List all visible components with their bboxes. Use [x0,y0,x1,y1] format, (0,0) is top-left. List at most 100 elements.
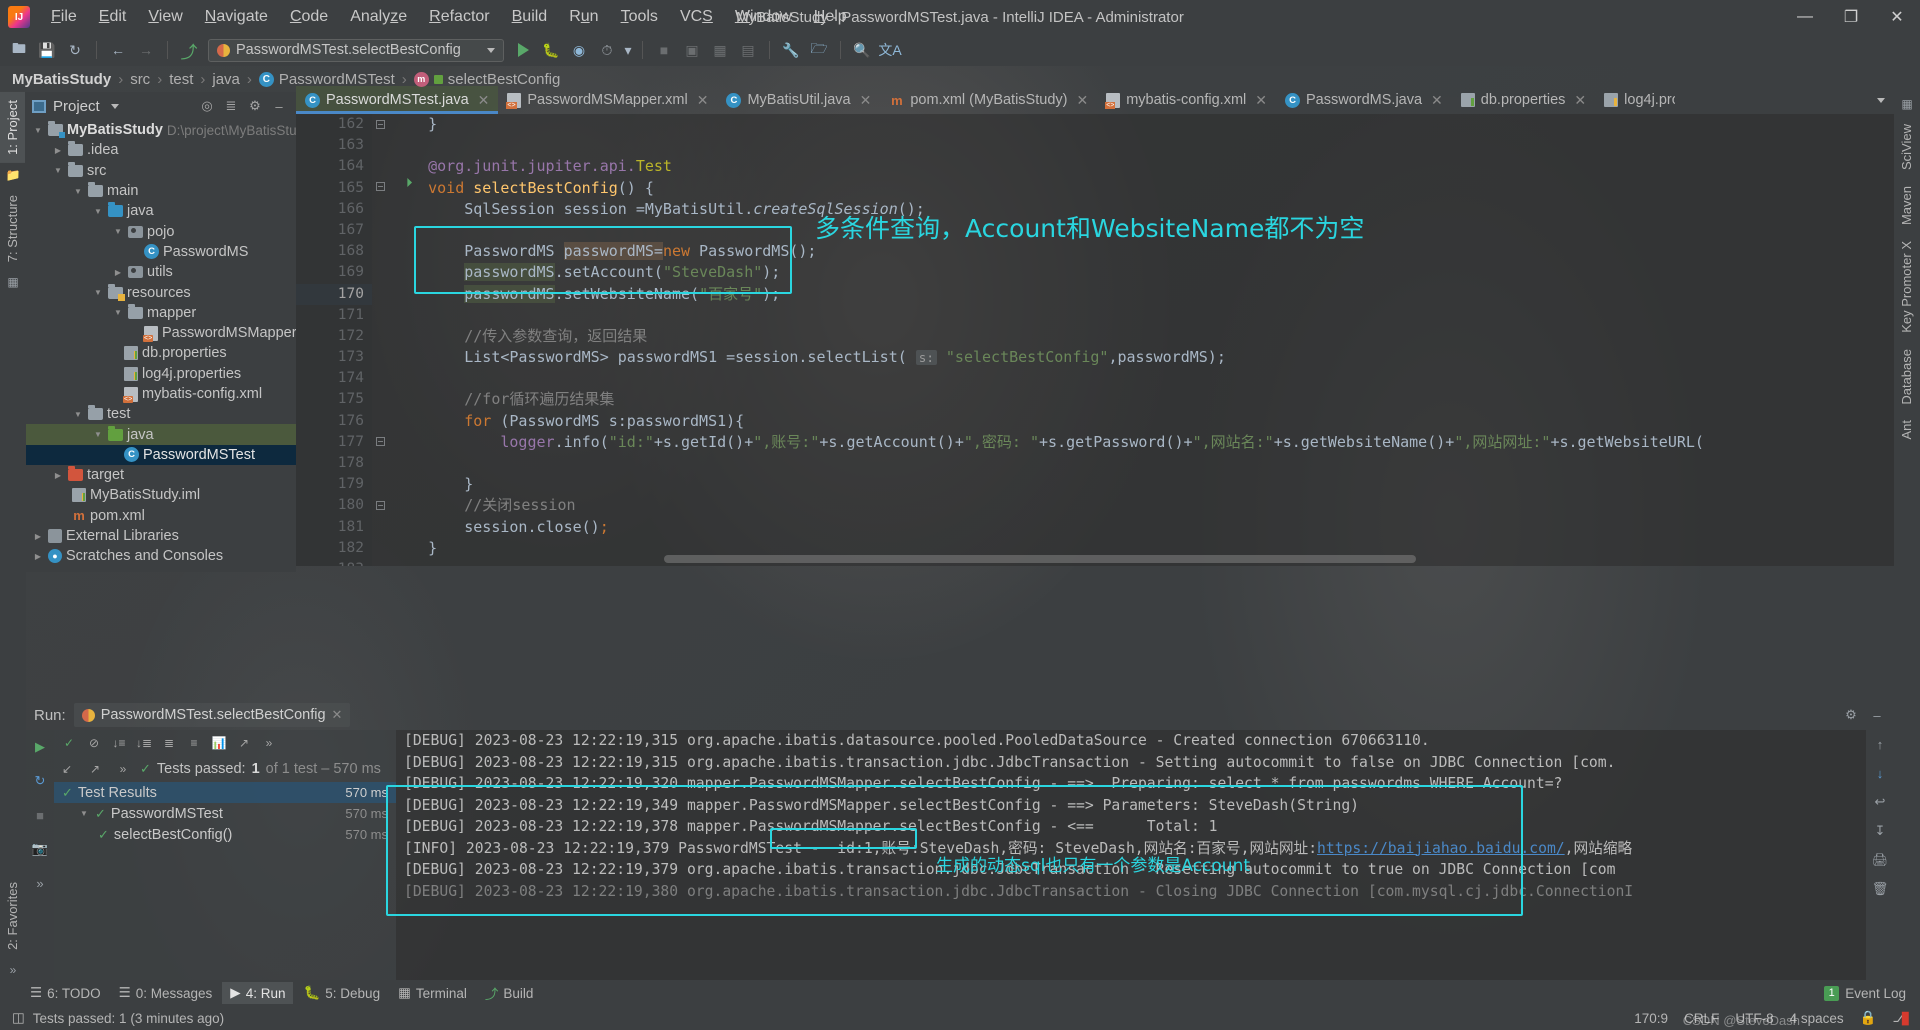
tree-item-resources[interactable]: ▼ resources [26,282,296,302]
close-icon[interactable]: ✕ [860,92,872,109]
more-icon[interactable]: » [112,759,134,779]
chevron-down-icon[interactable]: ▼ [92,430,104,439]
sidebar-tab-maven[interactable]: Maven [1894,178,1919,233]
code-editor[interactable]: 162 163 164 165 166 167 168 169 170 171 … [296,114,1894,566]
hide-icon[interactable]: – [1866,704,1888,726]
tree-item-passwordmstest[interactable]: C PasswordMSTest [26,444,296,466]
back-icon[interactable]: ← [105,38,131,62]
sort-duration-icon[interactable]: ↓≣ [133,733,155,753]
test-tree-row-class[interactable]: ▼ ✓ PasswordMSTest 570 ms [54,803,396,824]
translate-icon[interactable]: 文A [877,38,903,62]
sidebar-tab-sciview[interactable]: SciView [1894,116,1919,178]
close-icon[interactable]: ✕ [332,707,343,723]
fold-marker-icon[interactable] [376,182,385,191]
event-log-area[interactable]: 1 Event Log [1824,985,1920,1001]
sidebar-tab-structure[interactable]: 7: Structure [0,187,25,270]
editor-gutter[interactable]: 162 163 164 165 166 167 168 169 170 171 … [296,114,372,566]
menu-help[interactable]: Help [803,4,858,30]
sidebar-tab-ant[interactable]: Ant [1894,412,1919,448]
expand-up-icon[interactable]: ↗ [84,759,106,779]
clear-all-icon[interactable]: 🗑 [1869,879,1891,899]
close-button[interactable]: ✕ [1874,0,1920,34]
menu-analyze[interactable]: Analyze [339,4,418,30]
fold-marker-icon[interactable] [376,120,385,129]
breadcrumb-class[interactable]: PasswordMSTest [279,71,395,88]
tree-item-utils[interactable]: ▶ utils [26,262,296,282]
run-coverage-icon[interactable]: ◉ [566,38,592,62]
gear-icon[interactable]: ⚙ [244,95,266,117]
chevron-down-icon[interactable] [110,103,119,109]
camera-icon[interactable]: 📷 [29,838,51,860]
show-passed-icon[interactable]: ✓ [58,733,80,753]
chevron-down-icon[interactable]: ▼ [112,227,124,236]
menu-build[interactable]: Build [501,4,559,30]
tree-item-main[interactable]: ▼ main [26,181,296,201]
wrench-icon[interactable]: 🔧 [778,38,804,62]
close-icon[interactable]: ✕ [1431,92,1443,109]
menu-run[interactable]: Run [558,4,609,30]
tree-item-mybatis-config-xml[interactable]: mybatis-config.xml [26,384,296,404]
export-icon[interactable]: ↗ [233,733,255,753]
layout-right-icon[interactable]: ▦ [1894,92,1920,116]
toolwindow-debug[interactable]: 🐛 5: Debug [295,982,388,1004]
rerun-icon[interactable]: ↻ [29,770,51,792]
toolwindow-messages[interactable]: ☰ 0: Messages [111,982,221,1004]
tree-item-iml[interactable]: MyBatisStudy.iml [26,485,296,505]
close-icon[interactable]: ✕ [478,92,490,109]
breadcrumb-src[interactable]: src [130,71,150,88]
sort-alpha-icon[interactable]: ↓≡ [108,733,130,753]
chevron-down-icon[interactable]: ▼ [92,207,104,216]
module-strip-icon[interactable]: ▦ [0,270,26,294]
sidebar-tab-keypromoter[interactable]: Key Promoter X [1894,233,1919,341]
toolwindow-terminal[interactable]: ▦ Terminal [390,982,475,1004]
tree-item-db-properties[interactable]: db.properties [26,343,296,363]
save-all-icon[interactable]: 💾 [34,38,60,62]
minimize-button[interactable]: — [1782,0,1828,34]
debug-icon[interactable]: 🐛 [538,38,564,62]
breadcrumb-test[interactable]: test [169,71,193,88]
tree-item-passwordmsmapper-xml[interactable]: PasswordMSMapper.xml [26,323,296,343]
tree-item-src[interactable]: ▼ src [26,161,296,181]
tree-item-test[interactable]: ▼ test [26,404,296,424]
close-icon[interactable]: ✕ [1076,92,1088,109]
chevron-down-icon[interactable]: ▼ [112,308,124,317]
profiler-dropdown-icon[interactable]: ▾ [622,38,634,62]
chevron-right-icon[interactable]: ▶ [52,471,64,480]
chevron-down-icon[interactable]: ▼ [78,809,90,818]
toolwindow-build[interactable]: ⤴ Build [477,980,542,1006]
console-link[interactable]: https://baijiahao.baidu.com/ [1317,840,1565,857]
expand-strip-icon[interactable]: » [0,958,26,982]
search-everywhere-icon[interactable]: 🔍 [849,38,875,62]
chevron-down-icon[interactable]: ▼ [52,166,64,175]
lock-icon[interactable]: 🔒 [1860,1010,1877,1026]
menu-code[interactable]: Code [279,4,339,30]
stop-icon[interactable]: ■ [29,804,51,826]
menu-vcs[interactable]: VCS [669,4,724,30]
folder-strip-icon[interactable]: 📁 [0,163,26,187]
caret-position[interactable]: 170:9 [1634,1011,1668,1026]
expand-all-icon[interactable]: ≣ [158,733,180,753]
collapse-all-icon[interactable]: ≣ [220,95,242,117]
tree-item-idea[interactable]: ▶ .idea [26,140,296,160]
breadcrumb-method[interactable]: selectBestConfig [448,71,561,88]
scroll-to-end-icon[interactable]: ↧ [1869,821,1891,841]
toolwindow-run[interactable]: ▶ 4: Run [222,982,294,1004]
test-tree-row-method[interactable]: ✓ selectBestConfig() 570 ms [54,824,396,845]
editor-horizontal-scrollbar[interactable] [664,555,1416,563]
breadcrumb-project[interactable]: MyBatisStudy [12,71,111,88]
scroll-from-source-icon[interactable]: ◎ [196,95,218,117]
menu-refactor[interactable]: Refactor [418,4,500,30]
menu-edit[interactable]: Edit [88,4,138,30]
test-history-icon[interactable]: 📊 [208,733,230,753]
menu-view[interactable]: View [137,4,193,30]
maximize-button[interactable]: ❐ [1828,0,1874,34]
tree-item-main-java[interactable]: ▼ java [26,201,296,221]
more-icon[interactable]: » [29,872,51,894]
soft-wrap-icon[interactable]: ↩ [1869,792,1891,812]
run-icon[interactable] [510,38,536,62]
editor-fold-column[interactable]: ⏵ [372,114,413,566]
chevron-right-icon[interactable]: ▶ [112,268,124,277]
sidebar-tab-database[interactable]: Database [1894,341,1919,413]
open-folder-icon[interactable]: 🖿 [6,38,32,62]
code-content[interactable]: } @org.junit.jupiter.api.Test void selec… [392,114,1894,566]
